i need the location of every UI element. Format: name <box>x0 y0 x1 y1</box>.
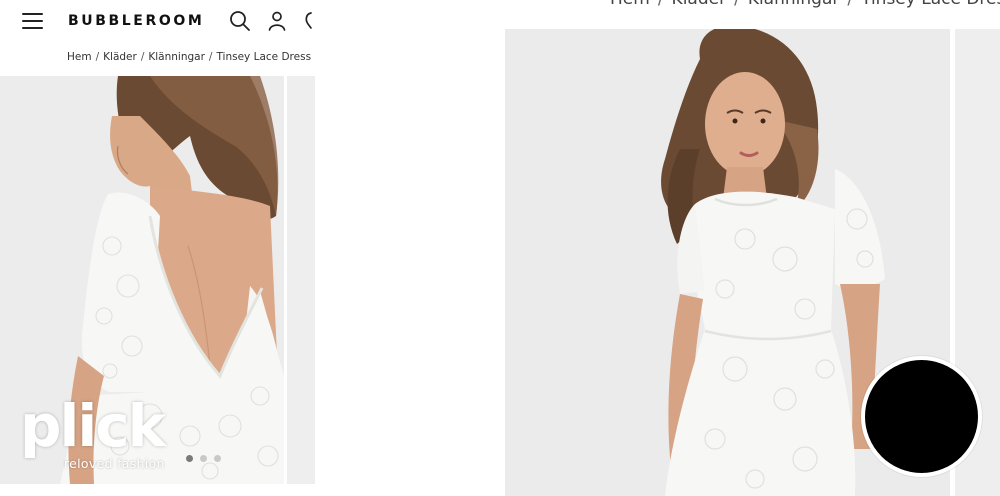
gallery-dot[interactable] <box>214 455 221 462</box>
breadcrumb-separator: / <box>658 0 664 9</box>
plick-watermark-logo: plick reloved fashion <box>20 395 195 475</box>
breadcrumb-home[interactable]: Hem <box>610 0 650 9</box>
breadcrumb-separator: / <box>847 0 853 9</box>
screenshot-stage: BUBBLEROOM Hem / Kläder / Klänningar / T… <box>0 0 1000 496</box>
breadcrumb-clothes[interactable]: Kläder <box>103 51 137 63</box>
gallery-pagination <box>186 455 221 462</box>
breadcrumb-home[interactable]: Hem <box>67 51 92 63</box>
breadcrumb-separator: / <box>140 51 145 63</box>
overlay-circle-button[interactable] <box>861 356 982 477</box>
plick-logo-tagline: reloved fashion <box>64 456 165 471</box>
gallery-dot[interactable] <box>186 455 193 462</box>
mobile-product-page: BUBBLEROOM Hem / Kläder / Klänningar / T… <box>0 0 318 496</box>
shopping-bag-icon[interactable] <box>301 10 318 32</box>
breadcrumb: Hem / Kläder / Klänningar / Tinsey Lace Dress <box>67 51 311 63</box>
site-header: BUBBLEROOM <box>0 0 318 44</box>
gallery-dot[interactable] <box>200 455 207 462</box>
breadcrumb-clothes[interactable]: Kläder <box>672 0 727 9</box>
breadcrumb-separator: / <box>208 51 213 63</box>
breadcrumb-separator: / <box>734 0 740 9</box>
breadcrumb-dresses[interactable]: Klänningar <box>748 0 840 9</box>
next-product-image-peek[interactable] <box>287 76 315 484</box>
plick-logo-word: plick <box>20 392 166 460</box>
breadcrumb-zoomed: Hem / Kläder / Klänningar / Tinsey Lace Dress <box>610 0 1000 9</box>
brand-logo[interactable]: BUBBLEROOM <box>68 13 204 29</box>
breadcrumb-current-product: Tinsey Lace Dress <box>861 0 1000 9</box>
hamburger-menu-icon[interactable] <box>22 13 43 30</box>
account-icon[interactable] <box>266 10 288 32</box>
breadcrumb-separator: / <box>95 51 100 63</box>
breadcrumb-dresses[interactable]: Klänningar <box>148 51 205 63</box>
search-icon[interactable] <box>229 10 251 32</box>
breadcrumb-current-product: Tinsey Lace Dress <box>216 51 312 63</box>
